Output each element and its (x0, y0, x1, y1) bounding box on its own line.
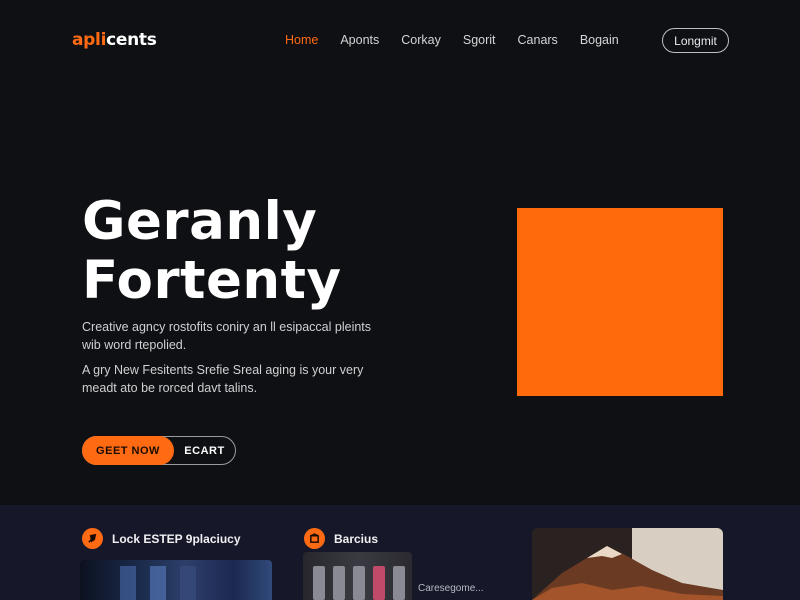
hero-title-line2: Fortenty (82, 250, 342, 311)
feature-item[interactable]: Lock ESTEP 9placiucy (82, 528, 241, 549)
feature-item[interactable]: Barcius (304, 528, 378, 549)
thumb-bar (180, 566, 196, 600)
hero-accent-block (517, 208, 723, 396)
brand-rest: cents (106, 30, 157, 50)
thumbnail-caption: Caresegome... (418, 583, 484, 594)
thumbnail-image[interactable] (80, 560, 272, 600)
brand-logo[interactable]: aplicents (72, 30, 157, 50)
thumb-glass (373, 566, 385, 600)
thumb-glass (393, 566, 405, 600)
thumb-glass (353, 566, 365, 600)
ecart-button[interactable]: ECART (174, 445, 235, 457)
top-navbar: aplicents Home Aponts Corkay Sgorit Cana… (0, 0, 800, 82)
hero-description: Creative agncy rostofits coniry an ll es… (82, 320, 372, 352)
hero-subdescription: A gry New Fesitents Srefie Sreal aging i… (82, 363, 364, 395)
hero-title: Geranly Fortenty (82, 192, 342, 310)
mountain-illustration (532, 528, 723, 600)
main-menu: Home Aponts Corkay Sgorit Canars Bogain (285, 33, 641, 47)
nav-item-corkay[interactable]: Corkay (401, 33, 441, 47)
nav-item-home[interactable]: Home (285, 33, 318, 47)
thumb-bar (120, 566, 136, 600)
rocket-icon (82, 528, 103, 549)
feature-label: Barcius (334, 531, 379, 546)
mountain-image[interactable] (532, 528, 723, 600)
thumbnail-image[interactable] (303, 552, 412, 600)
cta-group: GEET NOW ECART (82, 436, 236, 465)
nav-item-sgorit[interactable]: Sgorit (463, 33, 496, 47)
thumb-bar (150, 566, 166, 600)
login-button[interactable]: Longmit (662, 28, 729, 53)
brand-accent: apli (72, 30, 107, 50)
thumb-glass (333, 566, 345, 600)
box-icon (304, 528, 325, 549)
get-now-button[interactable]: GEET NOW (82, 436, 174, 465)
feature-label: Lock ESTEP 9placiucy (112, 531, 241, 546)
thumb-glass (313, 566, 325, 600)
hero-title-line1: Geranly (82, 191, 318, 252)
nav-item-aponts[interactable]: Aponts (340, 33, 379, 47)
nav-item-bogain[interactable]: Bogain (580, 33, 619, 47)
nav-item-canars[interactable]: Canars (518, 33, 558, 47)
